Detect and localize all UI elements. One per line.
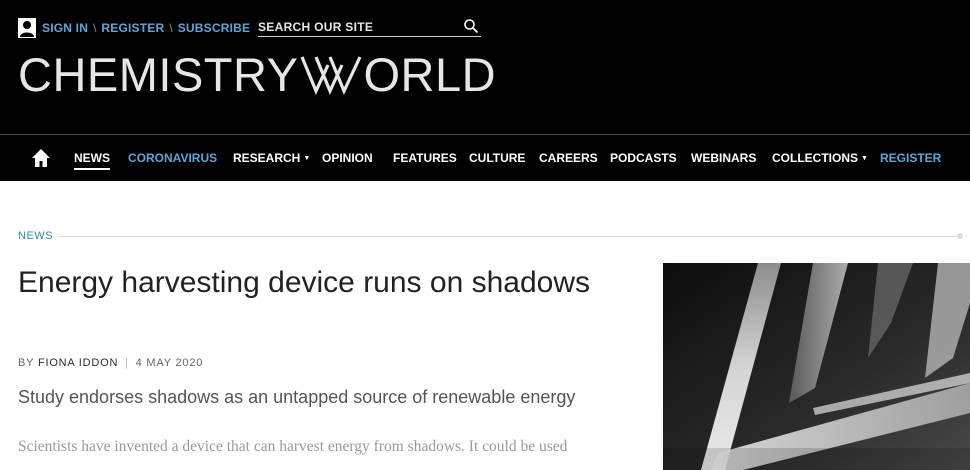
nav-label: CAREERS [539, 151, 598, 165]
section-label-news[interactable]: NEWS [18, 230, 53, 242]
nav-item-research[interactable]: RESEARCH ▼ [233, 151, 310, 165]
home-icon[interactable] [31, 148, 51, 168]
byline-separator: | [125, 357, 129, 369]
nav-label: CORONAVIRUS [128, 151, 218, 165]
nav-item-coronavirus[interactable]: CORONAVIRUS [128, 151, 217, 165]
article-standfirst: Study endorses shadows as an untapped so… [18, 387, 576, 407]
account-bar: SIGN IN \ REGISTER \ SUBSCRIBE [18, 18, 250, 38]
nav-item-webinars[interactable]: WEBINARS [691, 151, 756, 165]
nav-label: PODCASTS [610, 151, 677, 165]
nav-item-register[interactable]: REGISTER [880, 151, 941, 165]
publish-date: 4 MAY 2020 [135, 357, 204, 369]
register-link[interactable]: REGISTER [101, 21, 164, 35]
nav-label: NEWS [74, 151, 110, 165]
nav-label: WEBINARS [691, 151, 757, 165]
main-navigation: NEWS CORONAVIRUS RESEARCH ▼ OPINION FEATU… [0, 134, 970, 181]
nav-item-podcasts[interactable]: PODCASTS [610, 151, 677, 165]
user-icon [18, 18, 36, 38]
section-divider-dot [957, 233, 963, 239]
nav-label: RESEARCH [233, 151, 301, 165]
section-divider [58, 236, 958, 237]
nav-label: OPINION [322, 151, 373, 165]
search-box [258, 18, 481, 37]
nav-item-culture[interactable]: CULTURE [469, 151, 525, 165]
search-icon[interactable] [463, 18, 479, 34]
nav-label: CULTURE [469, 151, 526, 165]
logo-w-mark [300, 56, 362, 95]
search-input[interactable] [258, 18, 458, 36]
account-separator: \ [93, 21, 97, 35]
article-body-paragraph: Scientists have invented a device that c… [18, 438, 568, 455]
caret-down-icon: ▼ [861, 155, 868, 162]
logo-text-chemistry: CHEMISTRY [18, 47, 299, 101]
article-title: Energy harvesting device runs on shadows [18, 266, 590, 299]
nav-item-features[interactable]: FEATURES [393, 151, 457, 165]
caret-down-icon: ▼ [303, 155, 311, 162]
subscribe-link[interactable]: SUBSCRIBE [178, 21, 250, 35]
nav-item-collections[interactable]: COLLECTIONS ▼ [772, 151, 868, 165]
masthead: SIGN IN \ REGISTER \ SUBSCRIBE CHEMISTRY… [0, 0, 970, 134]
article-hero-image [663, 263, 970, 470]
chemistry-world-logo[interactable]: CHEMISTRY ORLD [18, 47, 497, 101]
nav-item-careers[interactable]: CAREERS [539, 151, 598, 165]
nav-item-news[interactable]: NEWS [74, 151, 110, 170]
sign-in-link[interactable]: SIGN IN [42, 21, 88, 35]
author-link[interactable]: FIONA IDDON [38, 357, 118, 369]
logo-text-orld: ORLD [363, 47, 497, 101]
nav-label: COLLECTIONS [772, 151, 858, 165]
nav-item-opinion[interactable]: OPINION [322, 151, 373, 165]
account-separator: \ [169, 21, 173, 35]
nav-label: FEATURES [393, 151, 457, 165]
byline-prefix: BY [18, 357, 35, 369]
byline: BY FIONA IDDON | 4 MAY 2020 [18, 357, 203, 369]
nav-label: REGISTER [880, 151, 942, 165]
shadow-light-image [663, 263, 970, 470]
